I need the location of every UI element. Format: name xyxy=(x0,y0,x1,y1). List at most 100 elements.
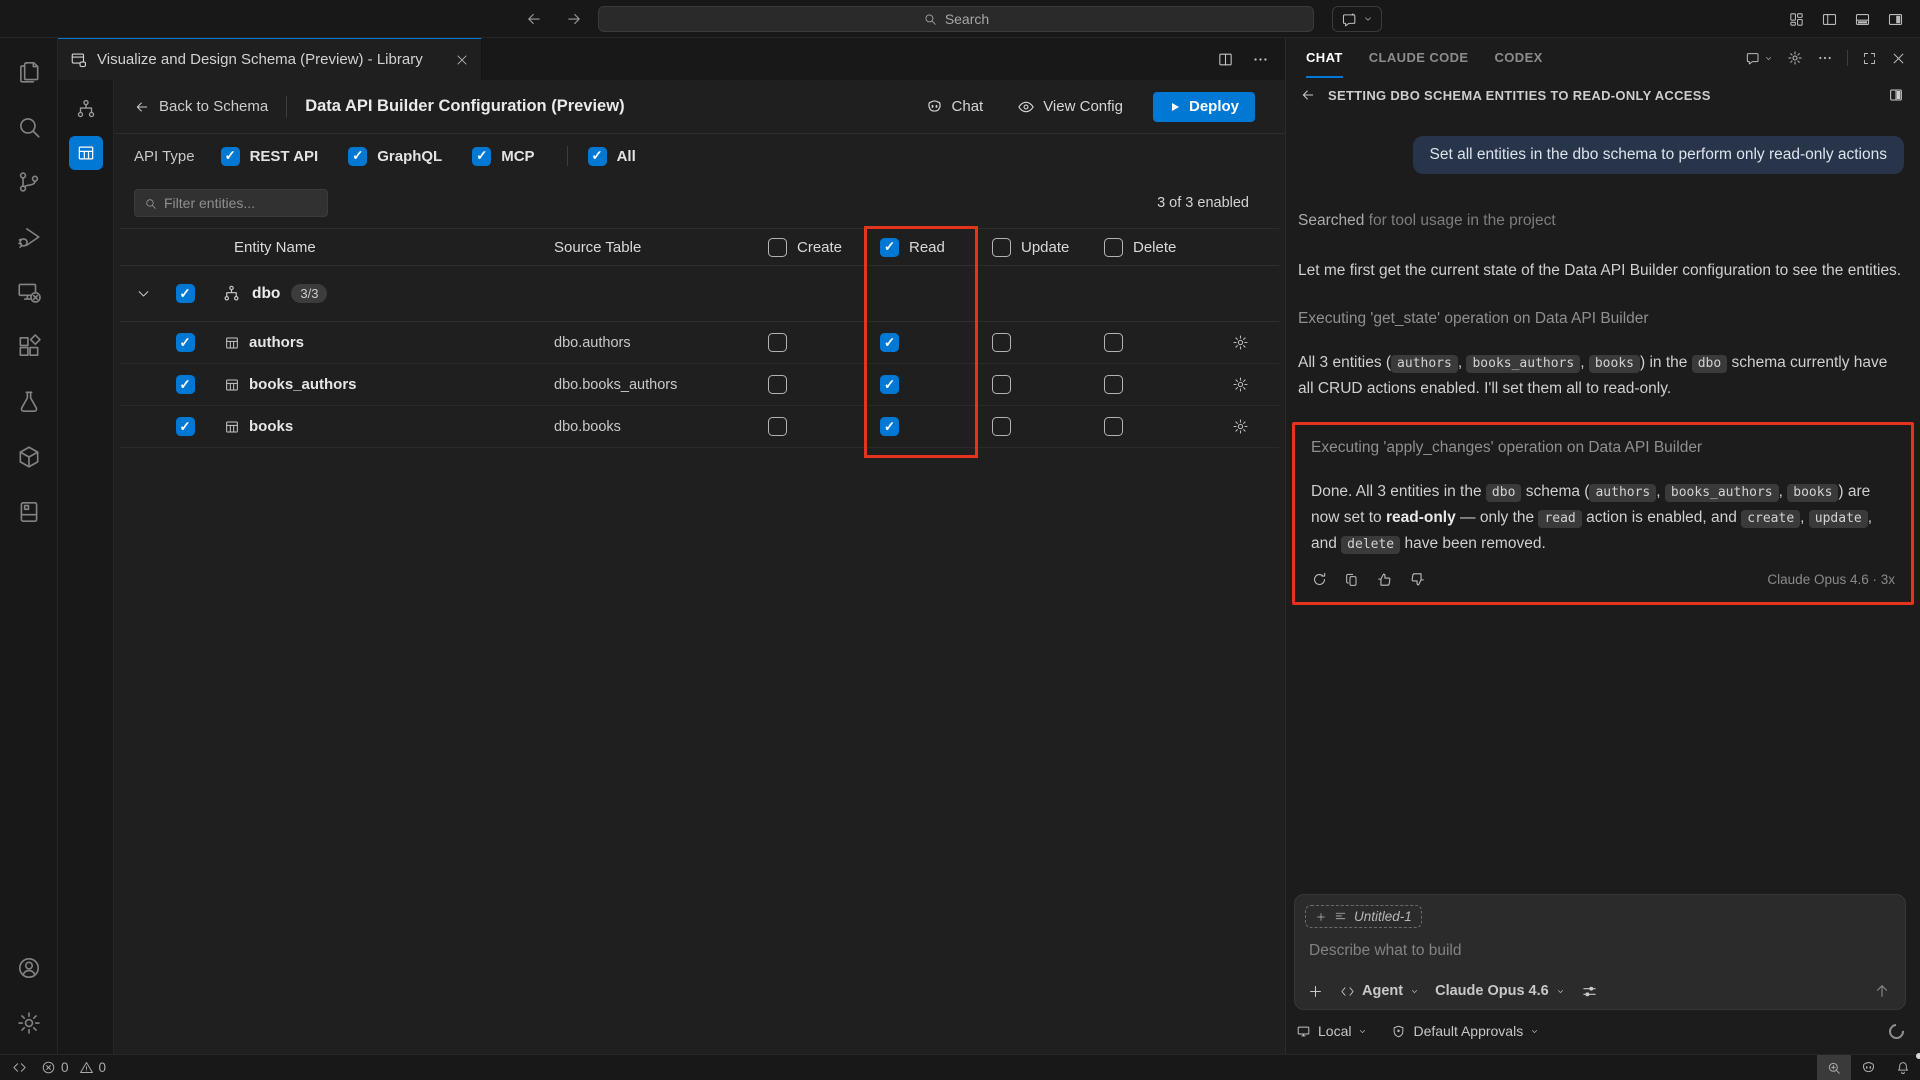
rest-api-checkbox[interactable] xyxy=(221,147,240,166)
session-title: SETTING DBO SCHEMA ENTITIES TO READ-ONLY… xyxy=(1328,88,1711,103)
toggle-sidebar-left-icon[interactable] xyxy=(1821,11,1838,28)
user-message-bubble: Set all entities in the dbo schema to pe… xyxy=(1413,136,1905,174)
read-all-checkbox[interactable] xyxy=(880,238,899,257)
remote-indicator-icon[interactable] xyxy=(12,1060,27,1075)
tools-sliders-icon[interactable] xyxy=(1581,983,1598,1000)
row-checkbox[interactable] xyxy=(176,333,195,352)
create-checkbox[interactable] xyxy=(768,375,787,394)
api-option-mcp[interactable]: MCP xyxy=(472,147,534,166)
toggle-sidebar-right-icon[interactable] xyxy=(1887,11,1904,28)
run-debug-icon[interactable] xyxy=(0,209,58,264)
editor-tab-schema-designer[interactable]: Visualize and Design Schema (Preview) - … xyxy=(58,38,482,80)
notifications-bell-icon[interactable] xyxy=(1886,1055,1920,1080)
create-checkbox[interactable] xyxy=(768,417,787,436)
deploy-button[interactable]: Deploy xyxy=(1153,92,1255,122)
dbo-group-checkbox[interactable] xyxy=(176,284,195,303)
create-checkbox[interactable] xyxy=(768,333,787,352)
account-icon[interactable] xyxy=(0,940,58,995)
row-checkbox[interactable] xyxy=(176,417,195,436)
mode-picker[interactable]: Agent xyxy=(1340,983,1419,999)
create-all-checkbox[interactable] xyxy=(768,238,787,257)
update-all-checkbox[interactable] xyxy=(992,238,1011,257)
tab-close-icon[interactable] xyxy=(455,53,469,67)
open-chat-in-editor-icon[interactable] xyxy=(1888,87,1904,103)
maximize-panel-icon[interactable] xyxy=(1862,51,1877,66)
close-panel-icon[interactable] xyxy=(1891,51,1906,66)
delete-checkbox[interactable] xyxy=(1104,417,1123,436)
row-settings-gear-icon[interactable] xyxy=(1232,418,1249,435)
history-forward-icon[interactable] xyxy=(565,10,583,28)
read-checkbox[interactable] xyxy=(880,375,899,394)
update-checkbox[interactable] xyxy=(992,333,1011,352)
api-option-rest[interactable]: REST API xyxy=(221,147,319,166)
chat-input-box[interactable]: Untitled-1 Describe what to build Agent … xyxy=(1294,894,1906,1010)
back-icon[interactable] xyxy=(1300,87,1316,103)
model-picker[interactable]: Claude Opus 4.6 xyxy=(1435,983,1565,999)
table-row[interactable]: books dbo.books xyxy=(120,406,1279,448)
read-checkbox[interactable] xyxy=(880,417,899,436)
search-sidebar-icon[interactable] xyxy=(0,99,58,154)
copilot-menu-button[interactable] xyxy=(1332,6,1382,32)
context-chip[interactable]: Untitled-1 xyxy=(1305,905,1422,928)
update-checkbox[interactable] xyxy=(992,417,1011,436)
row-checkbox[interactable] xyxy=(176,375,195,394)
extensions-icon[interactable] xyxy=(0,319,58,374)
search-input[interactable]: Search xyxy=(598,6,1314,32)
approvals-picker[interactable]: Default Approvals xyxy=(1391,1023,1539,1039)
table-row[interactable]: books_authors dbo.books_authors xyxy=(120,364,1279,406)
chat-settings-gear-icon[interactable] xyxy=(1787,50,1803,66)
assistant-paragraph: Done. All 3 entities in the dbo schema (… xyxy=(1311,479,1895,557)
all-checkbox[interactable] xyxy=(588,147,607,166)
tab-codex[interactable]: CODEX xyxy=(1495,38,1543,78)
split-editor-icon[interactable] xyxy=(1217,51,1234,68)
update-checkbox[interactable] xyxy=(992,375,1011,394)
back-to-schema-button[interactable]: Back to Schema xyxy=(134,98,268,115)
copy-icon[interactable] xyxy=(1344,572,1360,588)
read-checkbox[interactable] xyxy=(880,333,899,352)
testing-icon[interactable] xyxy=(0,374,58,429)
attach-icon[interactable] xyxy=(1307,983,1324,1000)
environment-picker[interactable]: Local xyxy=(1296,1023,1367,1039)
delete-checkbox[interactable] xyxy=(1104,333,1123,352)
thumbs-down-icon[interactable] xyxy=(1409,571,1426,588)
settings-gear-icon[interactable] xyxy=(0,995,58,1050)
thumbs-up-icon[interactable] xyxy=(1376,571,1393,588)
dab-config-view-icon[interactable] xyxy=(69,136,103,170)
divider xyxy=(286,96,287,118)
row-settings-gear-icon[interactable] xyxy=(1232,334,1249,351)
filter-entities-input[interactable] xyxy=(164,195,314,211)
table-row[interactable]: authors dbo.authors xyxy=(120,322,1279,364)
delete-checkbox[interactable] xyxy=(1104,375,1123,394)
delete-all-checkbox[interactable] xyxy=(1104,238,1123,257)
notification-dot xyxy=(1916,1053,1920,1059)
send-icon[interactable] xyxy=(1873,982,1891,1000)
editor-more-actions-icon[interactable] xyxy=(1252,51,1269,68)
view-config-button[interactable]: View Config xyxy=(1017,98,1123,116)
chat-more-actions-icon[interactable] xyxy=(1817,50,1833,66)
zoom-indicator-icon[interactable] xyxy=(1817,1055,1851,1080)
toggle-panel-icon[interactable] xyxy=(1854,11,1871,28)
tab-chat[interactable]: CHAT xyxy=(1306,38,1343,78)
mcp-checkbox[interactable] xyxy=(472,147,491,166)
containers-icon[interactable] xyxy=(0,429,58,484)
tab-claude-code[interactable]: CLAUDE CODE xyxy=(1369,38,1469,78)
graphql-checkbox[interactable] xyxy=(348,147,367,166)
api-option-graphql[interactable]: GraphQL xyxy=(348,147,442,166)
problems-indicator[interactable]: 0 0 xyxy=(41,1060,106,1075)
customize-layout-icon[interactable] xyxy=(1788,11,1805,28)
chat-button[interactable]: Chat xyxy=(925,97,984,116)
api-option-all[interactable]: All xyxy=(588,147,636,166)
row-settings-gear-icon[interactable] xyxy=(1232,376,1249,393)
collapse-chevron-icon[interactable] xyxy=(120,286,166,301)
new-chat-dropdown-icon[interactable] xyxy=(1745,50,1773,66)
source-control-icon[interactable] xyxy=(0,154,58,209)
schema-group-row-dbo[interactable]: dbo 3/3 xyxy=(120,266,1279,322)
retry-icon[interactable] xyxy=(1311,571,1328,588)
remote-explorer-icon[interactable] xyxy=(0,264,58,319)
history-back-icon[interactable] xyxy=(525,10,543,28)
copilot-status-icon[interactable] xyxy=(1851,1055,1886,1080)
chat-button-label: Chat xyxy=(952,98,984,115)
schema-designer-view-icon[interactable] xyxy=(69,92,103,126)
explorer-icon[interactable] xyxy=(0,44,58,99)
database-projects-icon[interactable] xyxy=(0,484,58,539)
